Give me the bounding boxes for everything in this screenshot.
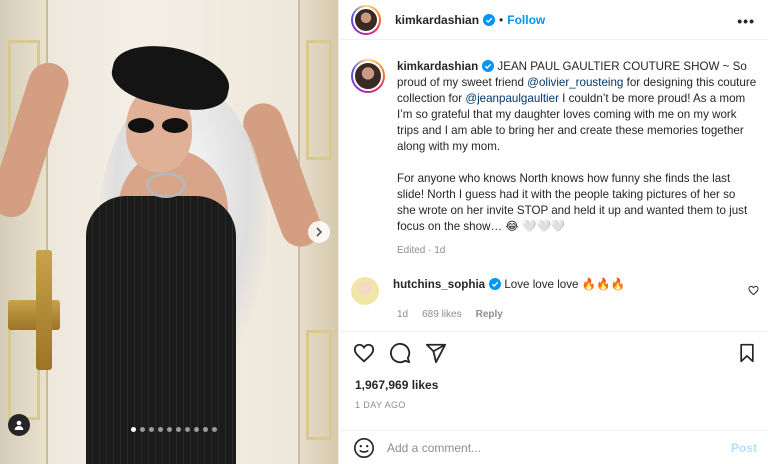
carousel-dot (212, 427, 217, 432)
carousel-dot (167, 427, 172, 432)
door-handle (8, 300, 60, 330)
carousel-dot (203, 427, 208, 432)
carousel-indicator (131, 427, 217, 432)
caption-avatar[interactable] (351, 59, 385, 93)
post-actions: 1,967,969 likes 1 DAY AGO (339, 331, 768, 443)
door-handle (36, 250, 52, 370)
like-count[interactable]: 1,967,969 likes (355, 378, 438, 392)
more-options-icon[interactable]: ••• (737, 13, 755, 29)
instagram-post-view: kimkardashian • Follow ••• kimkardashian… (0, 0, 768, 464)
comment-item: hutchins_sophia Love love love 🔥🔥🔥 (351, 277, 761, 305)
comment-body: hutchins_sophia Love love love 🔥🔥🔥 (393, 277, 625, 305)
like-comment-heart-icon[interactable] (748, 285, 759, 296)
reply-button[interactable]: Reply (476, 309, 503, 320)
post-timestamp[interactable]: 1 DAY AGO (355, 400, 406, 410)
carousel-dot (140, 427, 145, 432)
photo-dress (86, 196, 236, 464)
carousel-dot (131, 427, 136, 432)
author-avatar[interactable] (351, 4, 381, 35)
post-caption: kimkardashian JEAN PAUL GAULTIER COUTURE… (351, 59, 761, 259)
author-username[interactable]: kimkardashian (395, 13, 479, 27)
commenter-username[interactable]: hutchins_sophia (393, 278, 485, 291)
like-heart-icon[interactable] (353, 342, 375, 364)
caption-emoji: 🤍🤍🤍 (522, 220, 566, 233)
add-comment-bar: Post (339, 430, 768, 464)
mention-link[interactable]: @olivier_rousteing (527, 76, 623, 89)
post-side-panel: kimkardashian • Follow ••• kimkardashian… (338, 0, 768, 464)
carousel-dot (149, 427, 154, 432)
commenter-avatar[interactable] (351, 277, 379, 305)
post-header: kimkardashian • Follow ••• (339, 0, 768, 40)
share-paper-plane-icon[interactable] (425, 342, 447, 364)
save-bookmark-icon[interactable] (737, 343, 757, 363)
tagged-users-button[interactable] (8, 414, 30, 436)
comment-bubble-icon[interactable] (389, 342, 411, 364)
comment-age: 1d (397, 309, 409, 320)
post-comment-button[interactable]: Post (731, 441, 757, 455)
post-media[interactable] (0, 0, 338, 464)
door-panel (306, 40, 332, 160)
carousel-dot (185, 427, 190, 432)
photo-choker (146, 172, 186, 198)
follow-button[interactable]: Follow (507, 13, 545, 27)
photo-sunglasses (128, 118, 190, 134)
caption-meta: Edited · 1d (397, 245, 446, 256)
caption-body: kimkardashian JEAN PAUL GAULTIER COUTURE… (397, 59, 757, 259)
caption-username[interactable]: kimkardashian (397, 60, 478, 73)
header-separator: • (499, 12, 504, 27)
comment-emoji: 🔥🔥🔥 (581, 278, 626, 291)
comments-section: kimkardashian JEAN PAUL GAULTIER COUTURE… (339, 41, 768, 331)
carousel-dot (158, 427, 163, 432)
verified-badge-icon (483, 13, 496, 26)
action-icons (353, 342, 447, 364)
user-tag-icon (14, 420, 24, 430)
comment-likes[interactable]: 689 likes (422, 309, 461, 320)
verified-badge-icon (489, 278, 502, 290)
door-panel (306, 330, 332, 440)
caption-text: For anyone who knows North knows how fun… (397, 172, 748, 233)
carousel-next-button[interactable] (308, 221, 330, 243)
chevron-right-icon (316, 227, 323, 237)
verified-badge-icon (482, 60, 495, 72)
comment-input[interactable] (387, 440, 717, 455)
comment-meta: 1d 689 likes Reply (397, 309, 503, 320)
comment-text: Love love love (504, 278, 582, 291)
carousel-dot (176, 427, 181, 432)
mention-link[interactable]: @jeanpaulgaultier (465, 92, 559, 105)
carousel-dot (194, 427, 199, 432)
emoji-smiley-icon[interactable] (353, 437, 375, 459)
